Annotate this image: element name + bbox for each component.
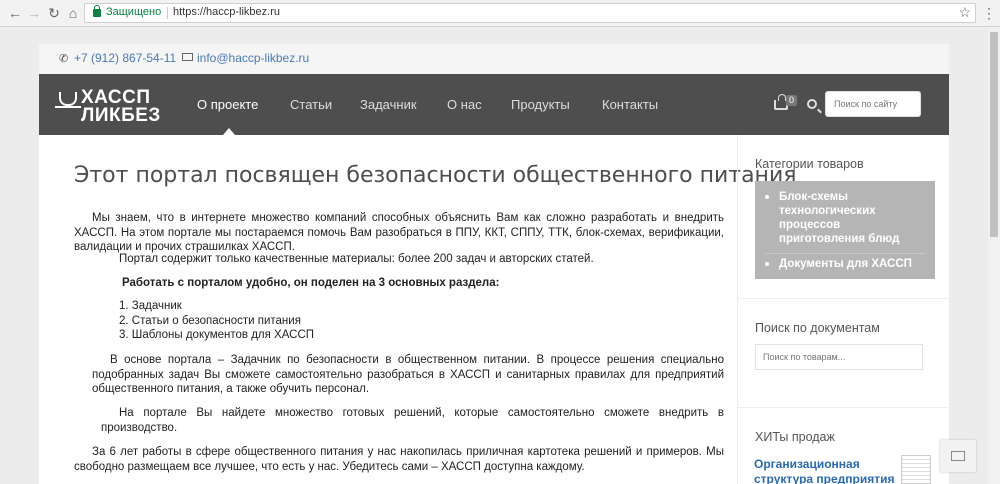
categories-title: Категории товаров bbox=[755, 157, 864, 171]
browser-toolbar: ← → ↻ ⌂ Защищено https://haccp-likbez.ru… bbox=[0, 0, 1000, 27]
sidebar-divider bbox=[738, 298, 950, 299]
browser-menu-icon[interactable]: ⋮ bbox=[982, 4, 996, 22]
reload-icon[interactable]: ↻ bbox=[45, 4, 63, 22]
materials-paragraph: Портал содержит только качественные мате… bbox=[119, 253, 594, 265]
address-bar[interactable]: Защищено https://haccp-likbez.ru ☆ bbox=[84, 3, 976, 23]
intro-paragraph: Мы знаем, что в интернете множество комп… bbox=[74, 212, 724, 253]
envelope-icon bbox=[951, 451, 965, 461]
sidebar: Категории товаров Блок-схемы технологиче… bbox=[737, 135, 950, 484]
logo-text-line2[interactable]: ЛИКБЕЗ bbox=[81, 105, 161, 127]
scrollbar-thumb[interactable] bbox=[990, 32, 998, 237]
nav-articles[interactable]: Статьи bbox=[290, 97, 332, 112]
solutions-paragraph: На портале Вы найдете множество готовых … bbox=[101, 407, 724, 434]
category-divider bbox=[765, 253, 925, 254]
email-link[interactable]: info@haccp-likbez.ru bbox=[197, 51, 309, 65]
nav-products[interactable]: Продукты bbox=[511, 97, 570, 112]
sections-list: 1. Задачник 2. Статьи о безопасности пит… bbox=[119, 299, 519, 343]
back-icon[interactable]: ← bbox=[6, 4, 24, 22]
phone-icon: ✆ bbox=[59, 53, 69, 65]
url-divider bbox=[167, 7, 168, 19]
sections-heading: Работать с порталом удобно, он поделен н… bbox=[122, 277, 500, 289]
basis-paragraph: В основе портала – Задачник по безопасно… bbox=[92, 354, 724, 395]
categories-list: Блок-схемы технологических процессов при… bbox=[755, 181, 935, 279]
doc-search-input[interactable] bbox=[755, 344, 923, 370]
page-title: Этот портал посвящен безопасности общест… bbox=[74, 163, 797, 188]
category-flowcharts[interactable]: Блок-схемы технологических процессов при… bbox=[765, 190, 929, 246]
nav-about-us[interactable]: О нас bbox=[447, 97, 482, 112]
cart-count-badge: 0 bbox=[786, 95, 798, 106]
contact-bar: ✆ +7 (912) 867-54-11 info@haccp-likbez.r… bbox=[39, 44, 949, 74]
main-content: Этот портал посвящен безопасности общест… bbox=[39, 135, 796, 484]
nav-about-project[interactable]: О проекте bbox=[197, 97, 258, 112]
category-haccp-docs[interactable]: Документы для ХАССП bbox=[765, 257, 929, 271]
page-container: ✆ +7 (912) 867-54-11 info@haccp-likbez.r… bbox=[39, 44, 950, 484]
url-text[interactable]: https://haccp-likbez.ru bbox=[173, 6, 280, 18]
list-item[interactable]: 2. Статьи о безопасности питания bbox=[119, 314, 519, 329]
search-icon[interactable] bbox=[807, 99, 817, 109]
site-search-input[interactable] bbox=[825, 91, 921, 117]
phone-link[interactable]: +7 (912) 867-54-11 bbox=[74, 51, 176, 65]
sidebar-divider bbox=[738, 407, 950, 408]
nav-contacts[interactable]: Контакты bbox=[602, 97, 658, 112]
home-icon[interactable]: ⌂ bbox=[64, 4, 82, 22]
experience-paragraph: За 6 лет работы в сфере общественного пи… bbox=[74, 446, 724, 473]
chat-widget-button[interactable] bbox=[940, 440, 976, 472]
envelope-icon bbox=[182, 53, 193, 61]
doc-search-title: Поиск по документам bbox=[755, 321, 880, 335]
hits-title: ХИТы продаж bbox=[755, 430, 835, 444]
list-item[interactable]: 3. Шаблоны документов для ХАССП bbox=[119, 328, 519, 343]
bookmark-star-icon[interactable]: ☆ bbox=[958, 4, 971, 21]
nav-problem-book[interactable]: Задачник bbox=[360, 97, 417, 112]
hit-product-link[interactable]: Организационная структура предприятия bbox=[754, 457, 899, 484]
lock-icon bbox=[93, 5, 101, 17]
cup-logo-icon[interactable] bbox=[55, 92, 81, 108]
site-header: ХАССП ЛИКБЕЗ О проекте Статьи Задачник О… bbox=[39, 74, 949, 135]
hit-product-thumbnail[interactable] bbox=[901, 455, 931, 484]
list-item[interactable]: 1. Задачник bbox=[119, 299, 519, 314]
active-menu-caret bbox=[223, 128, 235, 135]
forward-icon[interactable]: → bbox=[25, 4, 43, 22]
secure-label: Защищено bbox=[106, 6, 162, 18]
